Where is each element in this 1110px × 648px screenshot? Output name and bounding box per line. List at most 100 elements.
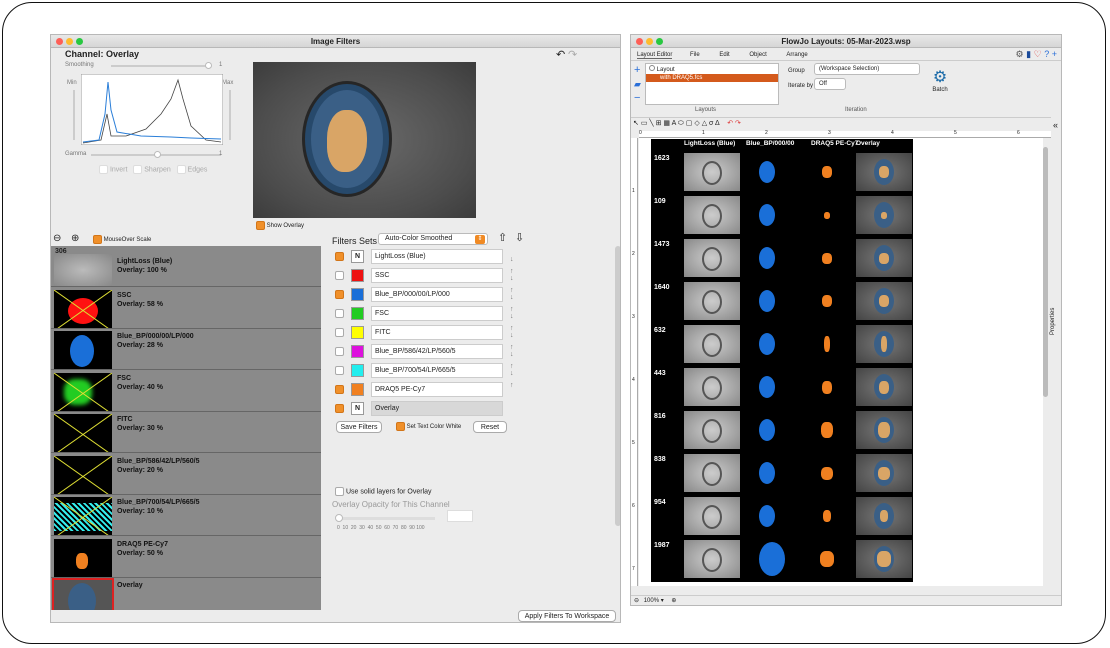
menu-file[interactable]: File [690,52,700,58]
layout-row[interactable]: 109 [651,194,913,236]
smoothing-slider[interactable] [111,62,212,69]
zoom-button[interactable] [76,38,83,45]
filter-color-swatch[interactable] [351,364,364,377]
layout-row[interactable]: 954 [651,495,913,537]
channel-row[interactable]: LightLoss (Blue) Overlay: 100 % [51,246,321,287]
slider-knob[interactable] [205,62,212,69]
tree-layout-root[interactable]: Layout [646,64,778,74]
layout-row[interactable]: 1473 [651,237,913,279]
grid-tool-icon[interactable]: ▦ [663,120,670,127]
close-button[interactable] [636,38,643,45]
layout-row[interactable]: 1640 [651,280,913,322]
zoom-in-icon[interactable]: ⊕ [671,598,676,604]
layout-row[interactable]: 632 [651,323,913,365]
delta-tool-icon[interactable]: Δ [715,120,719,127]
filter-name-field[interactable]: Blue_BP/700/54/LP/665/5 [371,363,503,378]
triangle-tool-icon[interactable]: △ [702,120,707,127]
help-icon[interactable]: ? [1044,49,1049,59]
channel-list-scrollbar[interactable] [615,246,620,526]
invert-checkbox[interactable] [99,165,108,174]
filter-name-field[interactable]: FSC [371,306,503,321]
bookmark-icon[interactable]: ▮ [1026,49,1031,59]
filter-color-swatch[interactable] [351,269,364,282]
minimize-button[interactable] [646,38,653,45]
filter-name-field[interactable]: SSC [371,268,503,283]
filter-checkbox[interactable] [335,271,344,280]
channel-row[interactable]: DRAQ5 PE-Cy7 Overlay: 50 % [51,537,321,578]
channel-row[interactable]: Blue_BP/000/00/LP/000 Overlay: 28 % [51,329,321,370]
reset-button[interactable]: Reset [473,421,507,433]
filter-color-swatch[interactable] [351,307,364,320]
min-slider[interactable] [73,90,75,140]
undo-icon[interactable]: ↶ [556,48,565,61]
round-rect-tool-icon[interactable]: ▢ [686,120,693,127]
pointer-tool-icon[interactable]: ↖ [633,120,639,127]
filter-checkbox[interactable] [335,309,344,318]
edges-checkbox[interactable] [176,165,186,174]
zoom-out-icon[interactable]: ⊖ [53,233,61,244]
channel-row[interactable]: FSC Overlay: 40 % [51,371,321,412]
menu-layout-editor[interactable]: Layout Editor [637,52,673,59]
filter-color-swatch[interactable] [351,326,364,339]
save-filters-button[interactable]: Save Filters [336,421,382,433]
gamma-knob[interactable] [154,151,161,158]
filter-checkbox[interactable] [335,385,344,394]
import-icon[interactable]: ⇩ [515,231,524,244]
menu-arrange[interactable]: Arrange [786,52,807,58]
text-tool-icon[interactable]: A [672,120,676,127]
filter-checkbox[interactable] [335,290,344,299]
set-text-color-checkbox[interactable] [396,422,405,431]
filter-reorder-arrows[interactable]: ↑ ↓ [510,287,514,301]
filter-set-select[interactable]: Auto-Color Smoothed ⇕ [378,233,488,245]
opacity-value-field[interactable] [447,510,473,522]
filter-name-field[interactable]: Overlay [371,401,503,416]
filter-name-field[interactable]: Blue_BP/586/42/LP/560/5 [371,344,503,359]
tree-layout-child[interactable]: with DRAQ5.fcs [646,74,778,82]
max-slider[interactable] [229,90,231,140]
filter-checkbox[interactable] [335,252,344,261]
gear-icon[interactable]: ⚙ [1016,49,1024,59]
filter-reorder-arrows[interactable]: ↑ ↓ [510,363,514,377]
minimize-button[interactable] [66,38,73,45]
sharpen-checkbox[interactable] [133,165,143,174]
opacity-knob[interactable] [335,514,343,522]
layout-row[interactable]: 443 [651,366,913,408]
apply-filters-button[interactable]: Apply Filters To Workspace [518,610,616,622]
filter-reorder-arrows[interactable]: ↑ [510,382,514,389]
layout-row[interactable]: 816 [651,409,913,451]
gamma-slider[interactable] [91,151,221,158]
filter-reorder-arrows[interactable]: ↓ [510,249,514,263]
ribbon-collapse-icon[interactable]: « [1053,120,1058,130]
oval-tool-icon[interactable]: ⬭ [678,120,684,127]
add-layout-icon[interactable]: + [634,63,641,77]
diamond-tool-icon[interactable]: ◇ [694,120,699,127]
sigma-tool-icon[interactable]: σ [709,120,713,127]
filter-color-swatch[interactable] [351,288,364,301]
zoom-out-icon[interactable]: ⊖ [634,598,639,604]
heart-icon[interactable]: ♡ [1034,49,1042,59]
filter-color-swatch[interactable] [351,345,364,358]
zoom-button[interactable] [656,38,663,45]
filter-color-swatch[interactable]: N [351,402,364,415]
solid-layers-checkbox[interactable] [335,487,344,496]
filter-reorder-arrows[interactable]: ↑ ↓ [510,306,514,320]
channel-row[interactable]: Blue_BP/586/42/LP/560/5 Overlay: 20 % [51,454,321,495]
zoom-in-icon[interactable]: ⊕ [71,233,79,244]
redo-icon[interactable]: ↷ [568,48,577,61]
filter-name-field[interactable]: DRAQ5 PE-Cy7 [371,382,503,397]
group-select[interactable]: (Workspace Selection) [814,63,920,75]
channel-row[interactable]: Blue_BP/700/54/LP/665/5 Overlay: 10 % [51,495,321,536]
batch-button[interactable]: ⚙ Batch [929,69,951,93]
zoom-select[interactable]: 100% [644,598,659,604]
filter-reorder-arrows[interactable]: ↑ ↓ [510,325,514,339]
rectangle-tool-icon[interactable]: ▭ [641,120,648,127]
add-icon[interactable]: + [1052,49,1057,59]
layout-row[interactable]: 838 [651,452,913,494]
filter-checkbox[interactable] [335,328,344,337]
menu-object[interactable]: Object [749,52,766,58]
channel-row[interactable]: Overlay [51,578,321,610]
channel-row[interactable]: SSC Overlay: 58 % [51,288,321,329]
filter-color-swatch[interactable] [351,383,364,396]
filter-checkbox[interactable] [335,366,344,375]
iterate-select[interactable]: Off [814,78,846,90]
